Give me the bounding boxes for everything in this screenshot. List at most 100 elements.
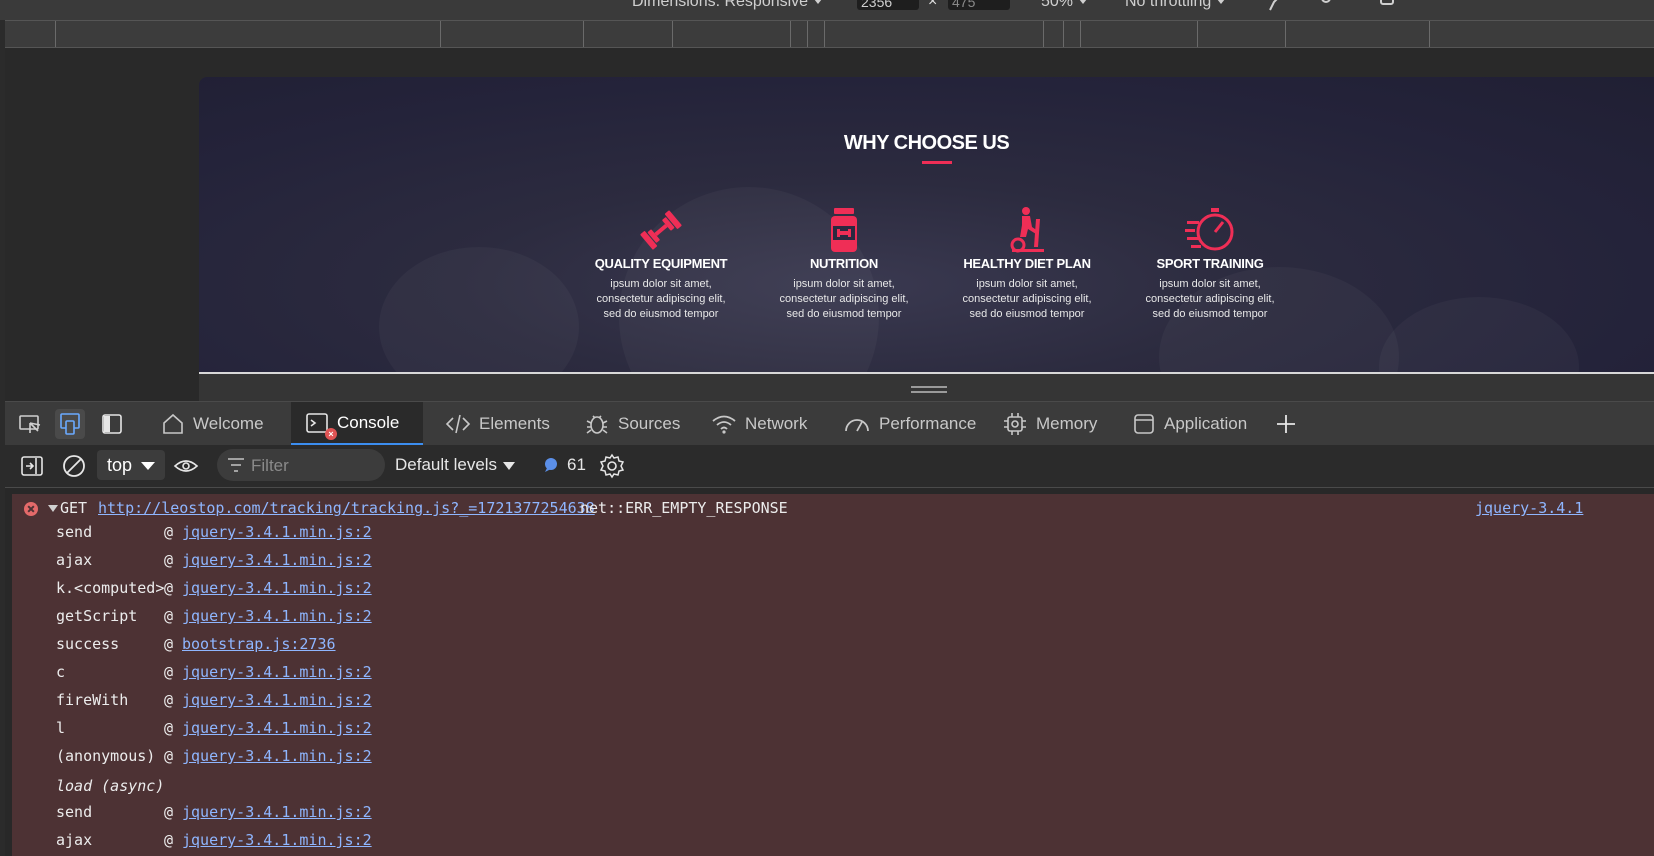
media-query-ruler[interactable] — [5, 20, 1654, 48]
issues-count: 61 — [567, 455, 586, 474]
title-underline — [922, 161, 952, 164]
context-selector[interactable]: top — [97, 450, 165, 480]
tab-label: Elements — [479, 414, 550, 433]
dumbbell-icon — [640, 210, 682, 250]
tab-network[interactable]: Network — [703, 402, 815, 446]
chevron-down-icon — [503, 461, 516, 470]
show-sidebar-button[interactable] — [17, 451, 47, 481]
frame-function: ajax — [56, 831, 93, 849]
tab-label: Application — [1164, 414, 1248, 433]
device-viewport: WHY CHOOSE US QUALITY EQUIPMENT ipsum do… — [5, 48, 1654, 401]
tab-elements[interactable]: Elements — [437, 402, 558, 446]
stack-frame: (anonymous) @ jquery-3.4.1.min.js:2 — [12, 742, 1654, 770]
inspect-element-button[interactable] — [15, 409, 45, 439]
more-tools-button[interactable] — [1271, 409, 1301, 439]
frame-source-link[interactable]: jquery-3.4.1.min.js:2 — [182, 579, 372, 597]
page-preview: WHY CHOOSE US QUALITY EQUIPMENT ipsum do… — [199, 77, 1654, 374]
tab-label: Memory — [1036, 414, 1098, 433]
dimensions-dropdown[interactable]: Dimensions: Responsive — [632, 0, 823, 11]
stack-frame: getScript @ jquery-3.4.1.min.js:2 — [12, 602, 1654, 630]
stack-frame: ajax @ jquery-3.4.1.min.js:2 — [12, 546, 1654, 574]
chevron-down-icon — [1079, 0, 1088, 5]
tab-performance[interactable]: Performance — [835, 402, 984, 446]
gear-icon — [599, 453, 625, 479]
error-source-link[interactable]: jquery-3.4.1 — [1475, 499, 1583, 517]
feature-title: SPORT TRAINING — [1156, 256, 1264, 271]
frame-at: @ — [164, 831, 174, 849]
tab-welcome[interactable]: Welcome — [153, 402, 272, 446]
frame-function: k.<computed> — [56, 579, 165, 597]
feature-text-line: consectetur adipiscing elit, — [962, 293, 1092, 305]
feature-text-line: consectetur adipiscing elit, — [779, 293, 909, 305]
sensors-icon[interactable] — [1314, 0, 1338, 12]
tab-memory[interactable]: Memory — [994, 402, 1105, 446]
frame-function: l — [56, 719, 66, 737]
error-icon — [24, 502, 38, 516]
gauge-icon — [845, 419, 869, 432]
zoom-label: 50% — [1041, 0, 1074, 10]
tab-label: Performance — [879, 414, 977, 433]
tab-sources[interactable]: Sources — [576, 402, 688, 446]
clear-console-button[interactable] — [59, 451, 89, 481]
frame-source-link[interactable]: jquery-3.4.1.min.js:2 — [182, 607, 372, 625]
feature-text-line: ipsum dolor sit amet, — [610, 278, 712, 290]
feature-text-line: sed do eiusmod tempor — [603, 308, 719, 320]
frame-source-link[interactable]: jquery-3.4.1.min.js:2 — [182, 719, 372, 737]
feature-title: QUALITY EQUIPMENT — [594, 256, 728, 271]
section-title: WHY CHOOSE US — [843, 132, 1010, 154]
dimensions-label: Dimensions: Responsive — [632, 0, 809, 10]
throttle-dropdown[interactable]: No throttling — [1125, 0, 1226, 11]
stack-frame: c @ jquery-3.4.1.min.js:2 — [12, 658, 1654, 686]
feature-nutrition: NUTRITION ipsum dolor sit amet, consecte… — [769, 207, 919, 322]
stack-frame: send @ jquery-3.4.1.min.js:2 — [12, 518, 1654, 546]
tab-label: Console — [337, 412, 400, 432]
error-badge-icon: × — [325, 428, 337, 440]
console-settings-button[interactable] — [597, 451, 627, 481]
inspect-icon — [19, 415, 41, 433]
stack-frame: fireWith @ jquery-3.4.1.min.js:2 — [12, 686, 1654, 714]
frame-at: @ — [164, 551, 174, 569]
frame-source-link[interactable]: bootstrap.js:2736 — [182, 635, 336, 653]
pen-icon[interactable] — [1268, 0, 1290, 12]
issues-counter[interactable]: 61 — [543, 455, 586, 475]
dock-side-button[interactable] — [97, 409, 127, 439]
tab-application[interactable]: Application — [1124, 402, 1255, 446]
frame-at: @ — [164, 635, 174, 653]
frame-at: @ — [164, 719, 174, 737]
log-levels-dropdown[interactable]: Default levels — [395, 455, 516, 475]
expand-triangle-icon[interactable] — [48, 505, 58, 512]
tab-label: Welcome — [193, 414, 264, 433]
frame-function: send — [56, 803, 93, 821]
viewport-resize-handle[interactable] — [199, 374, 1654, 401]
height-input[interactable]: 475 — [948, 0, 1010, 10]
console-output: GET http://leostop.com/tracking/tracking… — [5, 488, 1654, 856]
error-url-link[interactable]: http://leostop.com/tracking/tracking.js?… — [98, 499, 595, 517]
frame-at: @ — [164, 579, 174, 597]
width-input[interactable]: 2356 — [857, 0, 919, 10]
frame-source-link[interactable]: jquery-3.4.1.min.js:2 — [182, 691, 372, 709]
rotate-icon[interactable] — [1378, 0, 1400, 12]
frame-at: @ — [164, 691, 174, 709]
devtools-tab-bar: Welcome × Console Elements Sources Netwo… — [5, 401, 1654, 446]
context-label: top — [107, 455, 133, 475]
frame-source-link[interactable]: jquery-3.4.1.min.js:2 — [182, 803, 372, 821]
frame-source-link[interactable]: jquery-3.4.1.min.js:2 — [182, 747, 372, 765]
live-expression-button[interactable] — [171, 451, 201, 481]
stack-frame: ajax @ jquery-3.4.1.min.js:2 — [12, 826, 1654, 854]
tab-label: Sources — [618, 414, 681, 433]
bug-icon — [586, 415, 608, 434]
chevron-down-icon — [814, 0, 823, 5]
tab-console[interactable]: × Console — [291, 402, 423, 446]
frame-source-link[interactable]: jquery-3.4.1.min.js:2 — [182, 663, 372, 681]
filter-field[interactable] — [217, 449, 385, 481]
filter-input[interactable] — [249, 454, 373, 478]
zoom-dropdown[interactable]: 50% — [1041, 0, 1088, 11]
frame-source-link[interactable]: jquery-3.4.1.min.js:2 — [182, 831, 372, 849]
device-toggle-icon — [60, 413, 80, 435]
frame-source-link[interactable]: jquery-3.4.1.min.js:2 — [182, 551, 372, 569]
frame-function: c — [56, 663, 66, 681]
device-emulation-button[interactable] — [55, 409, 85, 439]
frame-function: send — [56, 523, 93, 541]
frame-source-link[interactable]: jquery-3.4.1.min.js:2 — [182, 523, 372, 541]
exercise-bike-icon — [1010, 207, 1044, 253]
